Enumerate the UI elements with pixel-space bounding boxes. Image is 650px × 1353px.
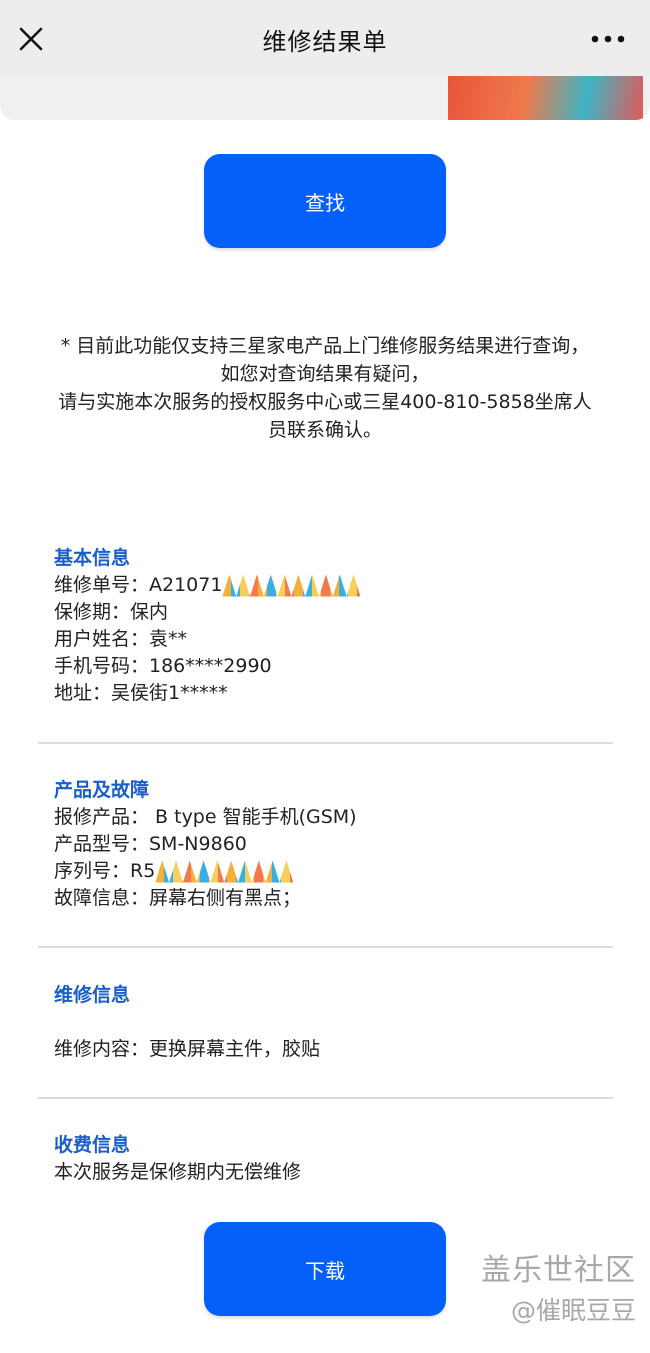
serial-number: 序列号：R5 [54, 858, 614, 885]
watermark-community: 盖乐世社区 [481, 1253, 636, 1288]
notice-text: * 目前此功能仅支持三星家电产品上门维修服务结果进行查询， 如您对查询结果有疑问… [32, 332, 618, 444]
product-model: 产品型号：SM-N9860 [54, 833, 247, 855]
notice-line: * 目前此功能仅支持三星家电产品上门维修服务结果进行查询， [60, 335, 590, 357]
notice-line: 如您对查询结果有疑问， [220, 363, 430, 385]
repair-info-section: 维修信息 维修内容：更换屏幕主件，胶贴 [54, 982, 614, 1063]
warranty-status: 保修期：保内 [54, 601, 169, 623]
more-dots-icon[interactable] [590, 34, 626, 44]
watermark: 盖乐世社区 @催眠豆豆 [481, 1250, 636, 1330]
top-nav-bar: 维修结果单 [0, 0, 650, 76]
redaction-mask [155, 860, 294, 883]
fee-content: 本次服务是保修期内无偿维修 [54, 1161, 302, 1183]
repair-content: 维修内容：更换屏幕主件，胶贴 [54, 1038, 321, 1060]
fee-info-section: 收费信息 本次服务是保修期内无偿维修 [54, 1132, 614, 1186]
phone-number: 手机号码：186****2990 [54, 655, 272, 677]
divider [38, 946, 613, 948]
serial-number-text: 序列号：R5 [54, 860, 156, 882]
fault-description: 故障信息：屏幕右侧有黑点； [54, 887, 302, 909]
basic-info-section: 基本信息 维修单号：A21071 保修期：保内 用户姓名：袁** 手机号码：18… [54, 545, 614, 707]
section-title: 维修信息 [54, 984, 131, 1006]
notice-line: 请与实施本次服务的授权服务中心或三星400-810-5858坐席人 [58, 391, 592, 413]
notice-line: 员联系确认。 [267, 419, 382, 441]
redaction-mask [222, 574, 361, 597]
watermark-user: @催眠豆豆 [510, 1296, 636, 1325]
address: 地址：吴侯街1***** [54, 682, 228, 704]
divider [38, 1097, 613, 1099]
section-title: 产品及故障 [54, 779, 150, 801]
download-button[interactable]: 下载 [204, 1222, 446, 1316]
repair-order-number-text: 维修单号：A21071 [54, 574, 223, 596]
section-title: 收费信息 [54, 1134, 131, 1156]
search-button[interactable]: 查找 [204, 154, 446, 248]
product-fault-section: 产品及故障 报修产品： B type 智能手机(GSM) 产品型号：SM-N98… [54, 777, 614, 912]
user-name: 用户姓名：袁** [54, 628, 188, 650]
product-name: 报修产品： B type 智能手机(GSM) [54, 806, 357, 828]
divider [38, 742, 613, 744]
page-title: 维修结果单 [262, 28, 388, 56]
section-title: 基本信息 [54, 547, 131, 569]
banner-image [448, 76, 643, 120]
repair-order-number: 维修单号：A21071 [54, 572, 614, 599]
banner [0, 76, 650, 120]
